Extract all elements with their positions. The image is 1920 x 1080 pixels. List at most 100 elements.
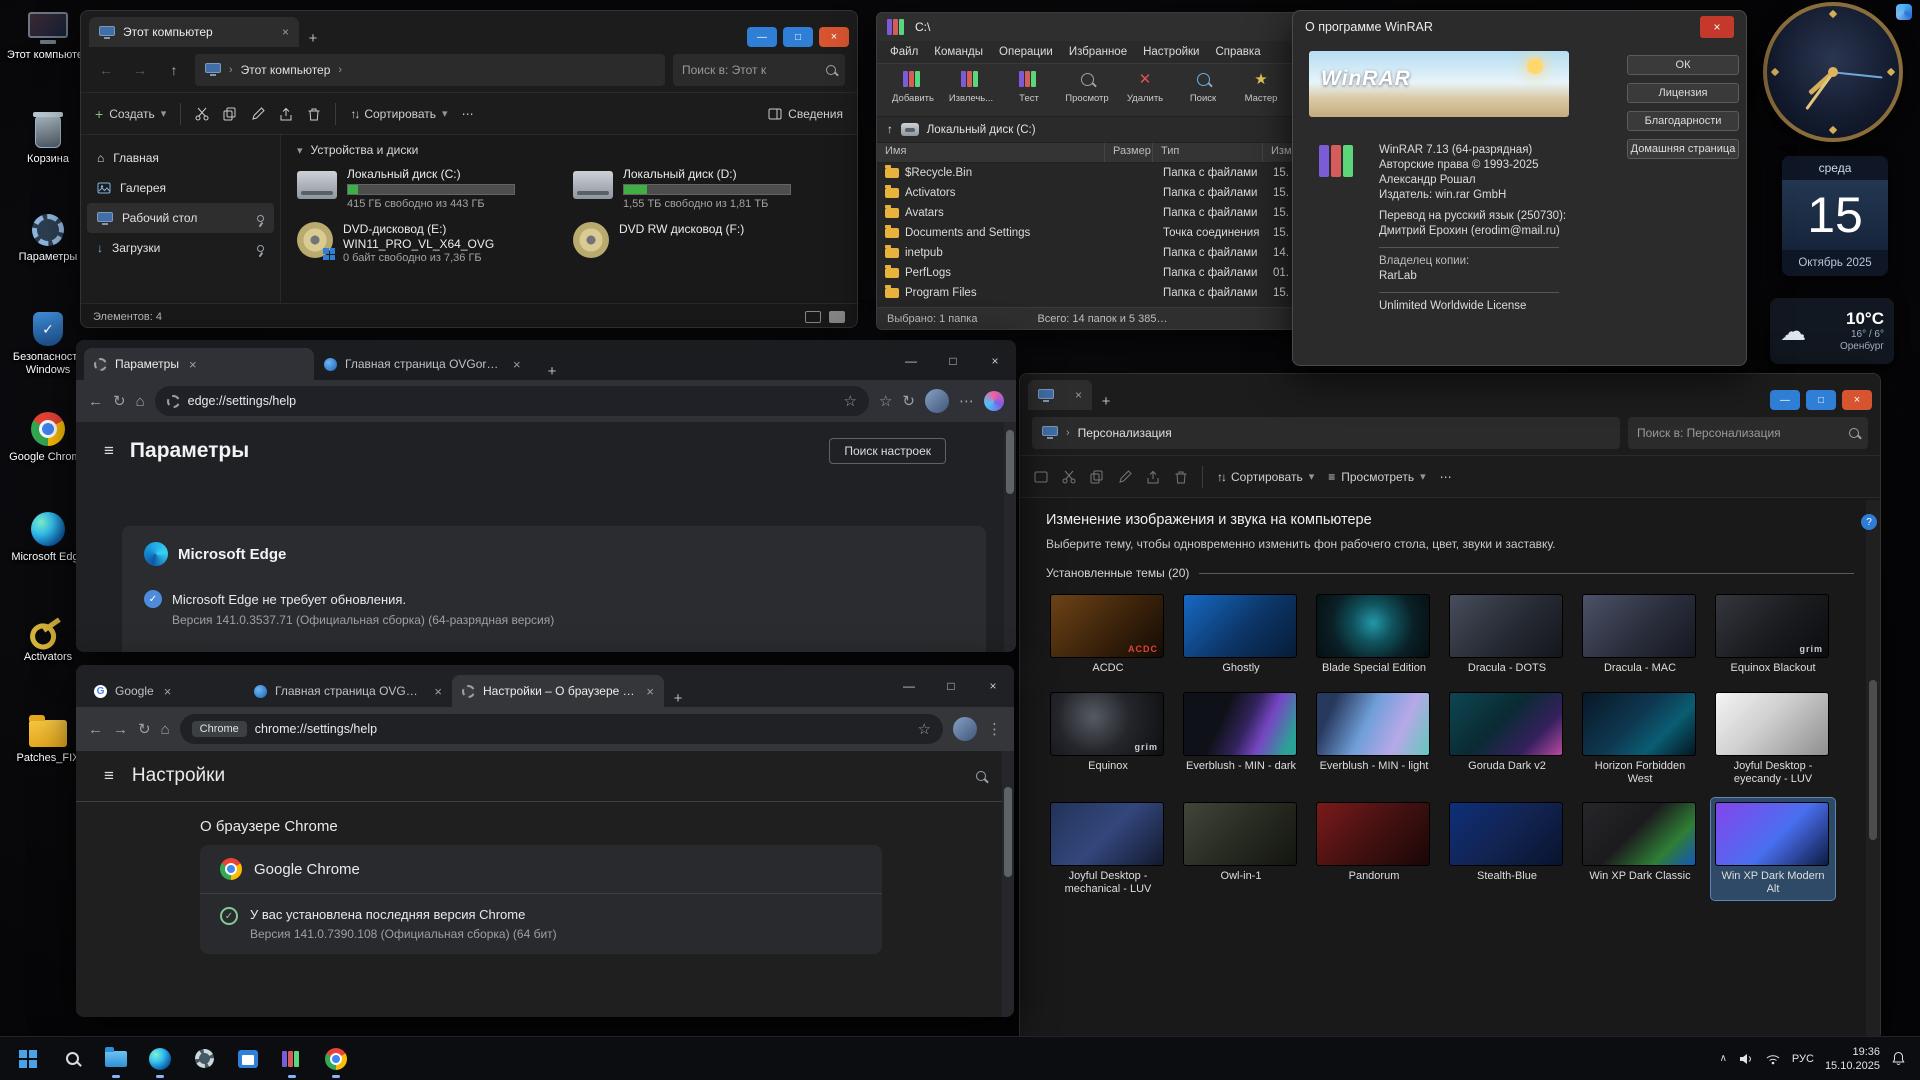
theme-tile[interactable]: Joyful Desktop - eyecandy - LUV — [1711, 688, 1835, 790]
tab-homepage[interactable]: Главная страница OVGorskiy × — [244, 675, 452, 707]
file-row[interactable]: AvatarsПапка с файлами15. — [877, 203, 1345, 223]
menu-operations[interactable]: Операции — [992, 44, 1060, 60]
scrollbar[interactable] — [1004, 422, 1016, 652]
view-button[interactable]: ≡Просмотреть▾ — [1328, 470, 1425, 484]
file-row[interactable]: $Recycle.BinПапка с файлами15. — [877, 163, 1345, 183]
weather-widget[interactable]: ☁ 10°C 16° / 6° Оренбург — [1770, 298, 1894, 364]
tab-settings[interactable]: Параметры × — [84, 348, 314, 380]
tab-google[interactable]: G Google × — [84, 675, 244, 707]
column-name[interactable]: Имя — [877, 143, 1105, 162]
test-button[interactable]: Тест — [1001, 68, 1057, 104]
theme-tile[interactable]: ACDCACDC — [1046, 590, 1170, 680]
search-settings-button[interactable]: Поиск настроек — [829, 438, 946, 464]
start-button[interactable] — [6, 1037, 50, 1080]
close-tab-icon[interactable]: × — [513, 357, 521, 372]
up-icon[interactable]: ↑ — [887, 124, 893, 136]
minimize-button[interactable]: — — [747, 27, 777, 47]
menu-favorites[interactable]: Избранное — [1062, 44, 1134, 60]
menu-file[interactable]: Файл — [883, 44, 925, 60]
delete-button[interactable]: ✕Удалить — [1117, 68, 1173, 104]
more-icon[interactable]: ⋮ — [987, 720, 1002, 738]
rename-button[interactable] — [251, 107, 265, 121]
close-tab-icon[interactable]: × — [646, 684, 654, 699]
file-row[interactable]: ActivatorsПапка с файлами15. — [877, 183, 1345, 203]
share-button[interactable] — [1146, 470, 1160, 484]
hidden-icons-chevron[interactable]: ∧ — [1720, 1053, 1727, 1064]
personalization-tab[interactable]: × — [1028, 380, 1092, 410]
refresh-icon[interactable]: ↻ — [113, 392, 126, 410]
share-button[interactable] — [279, 107, 293, 121]
network-icon[interactable] — [1765, 1053, 1781, 1065]
section-header[interactable]: ▾Устройства и диски — [297, 143, 841, 157]
scrollbar[interactable] — [1002, 751, 1014, 1017]
desktop-icon-this-pc[interactable]: Этот компьютер — [4, 6, 92, 106]
address-bar[interactable]: Chrome chrome://settings/help ☆ — [180, 714, 943, 744]
maximize-button[interactable]: □ — [932, 346, 974, 376]
more-icon[interactable]: ⋯ — [959, 392, 974, 410]
bookmark-star-icon[interactable]: ☆ — [918, 720, 931, 738]
copilot-icon[interactable] — [984, 391, 1004, 411]
view-button[interactable]: Просмотр — [1059, 68, 1115, 104]
maximize-button[interactable]: □ — [930, 671, 972, 701]
favorites-icon[interactable]: ☆ — [879, 392, 892, 410]
ok-button[interactable]: ОК — [1627, 55, 1739, 75]
clock-widget[interactable] — [1763, 2, 1903, 142]
back-icon[interactable]: ← — [88, 721, 103, 738]
sidebar-item-home[interactable]: ⌂Главная — [87, 143, 274, 173]
tab-homepage[interactable]: Главная страница OVGorskiy × — [314, 348, 538, 380]
breadcrumb[interactable]: Этот компьютер — [241, 63, 331, 77]
explorer-tab[interactable]: Этот компьютер × — [89, 17, 299, 47]
favorite-star-icon[interactable]: ☆ — [844, 392, 857, 410]
taskbar-store[interactable] — [226, 1037, 270, 1080]
menu-icon[interactable]: ≡ — [104, 441, 114, 461]
theme-tile[interactable]: Owl-in-1 — [1179, 798, 1303, 900]
dialog-title-bar[interactable]: О программе WinRAR × — [1293, 11, 1746, 43]
add-button[interactable]: Добавить — [885, 68, 941, 104]
file-row[interactable]: inetpubПапка с файлами14. — [877, 243, 1345, 263]
thanks-button[interactable]: Благодарности — [1627, 111, 1739, 131]
column-size[interactable]: Размер — [1105, 143, 1153, 162]
scrollbar[interactable] — [1866, 500, 1880, 1040]
file-row[interactable]: Program FilesПапка с файлами15. — [877, 283, 1345, 303]
close-button[interactable]: × — [972, 671, 1014, 701]
close-button[interactable]: × — [1700, 16, 1734, 38]
new-tab-button[interactable]: + — [538, 363, 566, 380]
list-view-icon[interactable] — [805, 311, 821, 323]
taskbar-edge[interactable] — [138, 1037, 182, 1080]
breadcrumb[interactable]: Персонализация — [1078, 426, 1172, 440]
menu-icon[interactable]: ≡ — [104, 766, 114, 786]
winrar-title-bar[interactable]: C:\ — [877, 13, 1345, 41]
forward-icon[interactable]: → — [113, 721, 128, 738]
close-tab-icon[interactable]: × — [1075, 388, 1082, 402]
taskbar-winrar[interactable] — [270, 1037, 314, 1080]
search-input[interactable]: Поиск в: Персонализация — [1628, 417, 1868, 449]
minimize-button[interactable]: — — [888, 671, 930, 701]
winrar-address-bar[interactable]: ↑ Локальный диск (C:) ▾ — [877, 117, 1345, 143]
maximize-button[interactable]: □ — [783, 27, 813, 47]
sidebar-item-desktop[interactable]: Рабочий стол — [87, 203, 274, 233]
back-icon[interactable]: ← — [88, 393, 103, 410]
address-bar[interactable]: › Этот компьютер › — [195, 54, 665, 86]
theme-tile[interactable]: Win XP Dark Classic — [1578, 798, 1702, 900]
rename-button[interactable] — [1118, 470, 1132, 484]
minimize-button[interactable]: — — [890, 346, 932, 376]
search-input[interactable]: Поиск в: Этот к — [673, 54, 845, 86]
taskbar-settings[interactable] — [182, 1037, 226, 1080]
close-tab-icon[interactable]: × — [282, 25, 289, 39]
taskbar-file-explorer[interactable] — [94, 1037, 138, 1080]
new-tab-button[interactable]: + — [1092, 393, 1120, 410]
close-button[interactable]: × — [819, 27, 849, 47]
theme-tile[interactable]: Joyful Desktop - mechanical - LUV — [1046, 798, 1170, 900]
find-button[interactable]: Поиск — [1175, 68, 1231, 104]
speaker-icon[interactable] — [1738, 1052, 1754, 1066]
up-icon[interactable]: ↑ — [161, 62, 187, 78]
search-button[interactable] — [50, 1037, 94, 1080]
drive-d[interactable]: Локальный диск (D:) 1,55 ТБ свободно из … — [573, 167, 841, 210]
theme-tile[interactable]: grimEquinox Blackout — [1711, 590, 1835, 680]
wizard-button[interactable]: ★Мастер — [1233, 68, 1289, 104]
history-icon[interactable]: ↻ — [902, 392, 915, 410]
clock-tray[interactable]: 19:36 15.10.2025 — [1825, 1045, 1880, 1073]
corner-gadget-icon[interactable] — [1896, 4, 1912, 20]
theme-tile-selected[interactable]: Win XP Dark Modern Alt — [1711, 798, 1835, 900]
refresh-icon[interactable]: ↻ — [138, 720, 151, 738]
